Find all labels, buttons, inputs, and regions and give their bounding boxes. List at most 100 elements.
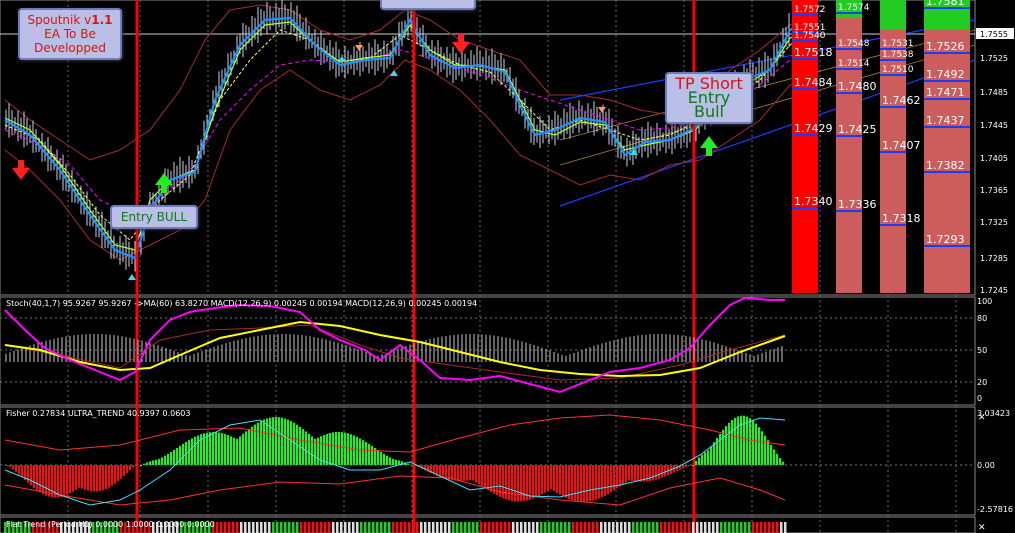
flat-trend-bar: [284, 522, 287, 533]
entry-bull-text: Entry BULL: [120, 210, 188, 224]
fisher-bar: [191, 438, 194, 465]
level-label: 1.7318: [882, 212, 921, 225]
flat-trend-bar: [312, 522, 315, 533]
stoch-axis: 100 80 50 20 0: [977, 297, 992, 403]
fisher-bar: [658, 465, 661, 479]
flat-trend-bar: [516, 522, 519, 533]
fisher-bar: [484, 465, 487, 489]
level-label: 1.7526: [926, 40, 965, 53]
flat-trend-bar: [320, 522, 323, 533]
fisher-bar: [383, 453, 386, 465]
flat-trend-bar: [388, 522, 391, 533]
fisher-bar: [478, 465, 481, 485]
fisher-bar: [96, 465, 99, 492]
fisher-bar: [547, 465, 550, 491]
flat-trend-bar: [720, 522, 723, 533]
fisher-bar: [514, 465, 517, 502]
flat-trend-bar: [556, 522, 559, 533]
fisher-bar: [568, 465, 571, 500]
fisher-bar: [329, 433, 332, 465]
fisher-bar: [284, 418, 287, 465]
flat-trend-bar: [360, 522, 363, 533]
stoch-panel-header: Stoch(40,1,7) 95.9267 95.9267 ->MA(60) 6…: [6, 299, 478, 308]
flat-trend-bar: [400, 522, 403, 533]
fisher-bar: [81, 465, 84, 489]
flat-trend-bar: [652, 522, 655, 533]
stoch-axis-label: 20: [977, 378, 987, 387]
fisher-bar: [251, 426, 254, 465]
flat-trend-bar: [452, 522, 455, 533]
flat-trend-bar: [324, 522, 327, 533]
flat-trend-bar: [544, 522, 547, 533]
spoutnik-line3: Developped: [33, 41, 107, 55]
main-chart-panel[interactable]: [0, 0, 976, 296]
fisher-bar: [550, 465, 553, 490]
fisher-bar: [260, 420, 263, 465]
fisher-panel-header: Fisher 0.27834 ULTRA_TREND 40.9397 0.060…: [6, 409, 191, 418]
fisher-bar: [365, 442, 368, 465]
fisher-bar: [302, 429, 305, 465]
fisher-bar: [206, 432, 209, 465]
flat-trend-bar: [456, 522, 459, 533]
fisher-bar: [752, 420, 755, 465]
fisher-panel[interactable]: [0, 406, 976, 516]
panel-close-icons[interactable]: ✕ ✕: [978, 413, 986, 533]
fisher-bar: [544, 465, 547, 493]
fisher-bar: [15, 465, 18, 472]
fisher-bar: [335, 432, 338, 465]
flat-trend-bar: [492, 522, 495, 533]
flat-trend-bar: [424, 522, 427, 533]
fisher-bar: [517, 465, 520, 502]
fisher-bar: [389, 457, 392, 465]
flat-trend-bar: [268, 522, 271, 533]
flat-trend-bar: [272, 522, 275, 533]
fisher-bar: [556, 465, 559, 493]
fisher-bar: [21, 465, 24, 478]
level-label: 1.7471: [926, 86, 965, 99]
fisher-bar: [105, 465, 108, 490]
fisher-bar: [308, 433, 311, 465]
fisher-bar: [737, 416, 740, 465]
fisher-bar: [559, 465, 562, 495]
flat-trend-bar: [684, 522, 687, 533]
fisher-bar: [161, 457, 164, 465]
stoch-axis-label: 100: [977, 297, 992, 306]
flat-trend-bar: [636, 522, 639, 533]
fisher-bar: [123, 465, 126, 476]
fisher-bar: [215, 432, 218, 465]
fisher-bar: [48, 465, 51, 497]
fisher-bar: [604, 465, 607, 496]
price-axis-label: 1.7285: [980, 254, 1008, 263]
flat-trend-bar: [524, 522, 527, 533]
entry-bull-text-2: Entry Bull: [687, 88, 731, 121]
fisher-bar: [167, 453, 170, 465]
fisher-bar: [239, 436, 242, 465]
fisher-bar: [469, 465, 472, 481]
flat-trend-bar: [728, 522, 731, 533]
fisher-bar: [767, 440, 770, 465]
flat-trend-bar: [608, 522, 611, 533]
fisher-bar: [45, 465, 48, 496]
flat-trend-bar: [228, 522, 231, 533]
spoutnik-line2: EA To Be: [44, 27, 96, 41]
fisher-bar: [233, 437, 236, 465]
flat-trend-bar: [468, 522, 471, 533]
fisher-bar: [164, 455, 167, 465]
fisher-bar: [380, 451, 383, 465]
fisher-bar: [126, 465, 129, 474]
flat-trend-bar: [648, 522, 651, 533]
flat-trend-bar: [316, 522, 319, 533]
fisher-bar: [493, 465, 496, 494]
fisher-bar: [149, 461, 152, 465]
flat-trend-bar: [744, 522, 747, 533]
fisher-bar: [218, 432, 221, 465]
fisher-bar: [532, 465, 535, 499]
level-label: 1.7540: [794, 31, 826, 41]
fisher-bar: [541, 465, 544, 495]
flat-trend-bar: [588, 522, 591, 533]
fisher-bar: [341, 432, 344, 465]
chart-canvas[interactable]: 1.7525 1.7485 1.7445 1.7405 1.7365 1.7325 1.72…: [0, 0, 1015, 533]
fisher-bar: [305, 431, 308, 465]
fisher-bar: [454, 465, 457, 481]
current-price-label: 1.7555: [980, 30, 1008, 39]
